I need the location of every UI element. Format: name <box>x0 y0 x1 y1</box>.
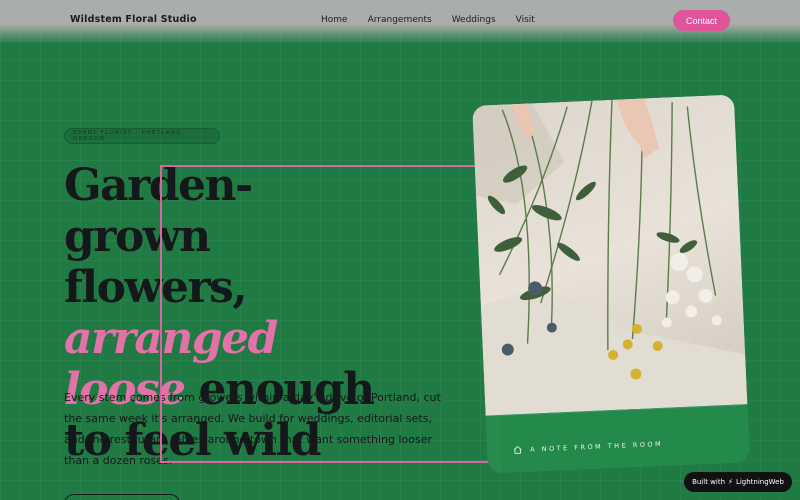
card-caption[interactable]: A NOTE FROM THE ROOM <box>513 439 663 455</box>
secondary-cta-button[interactable] <box>64 494 180 500</box>
badge-brand: LightningWeb <box>735 478 784 486</box>
badge-prefix: Built with <box>692 478 726 486</box>
contact-button[interactable]: Contact <box>673 10 730 31</box>
card-caption-text: A NOTE FROM THE ROOM <box>529 439 664 454</box>
built-with-badge[interactable]: Built with ⚡ LightningWeb <box>684 472 792 492</box>
top-navigation: Wildstem Floral Studio Home Arrangements… <box>0 0 800 42</box>
flower-illustration <box>472 98 748 416</box>
nav-links: Home Arrangements Weddings Visit <box>321 15 555 25</box>
house-icon <box>513 445 522 454</box>
brand-logo[interactable]: Wildstem Floral Studio <box>70 14 197 25</box>
photo-card: A NOTE FROM THE ROOM <box>472 94 750 474</box>
eyebrow-badge: EVENT FLORIST · PORTLAND, OREGON <box>64 128 220 144</box>
flower-photo <box>472 94 748 416</box>
card-footer: A NOTE FROM THE ROOM <box>499 404 750 473</box>
nav-link-visit[interactable]: Visit <box>516 15 535 25</box>
bolt-icon: ⚡ <box>728 478 733 486</box>
nav-link-arrangements[interactable]: Arrangements <box>368 15 432 25</box>
nav-link-weddings[interactable]: Weddings <box>452 15 496 25</box>
nav-link-home[interactable]: Home <box>321 15 348 25</box>
